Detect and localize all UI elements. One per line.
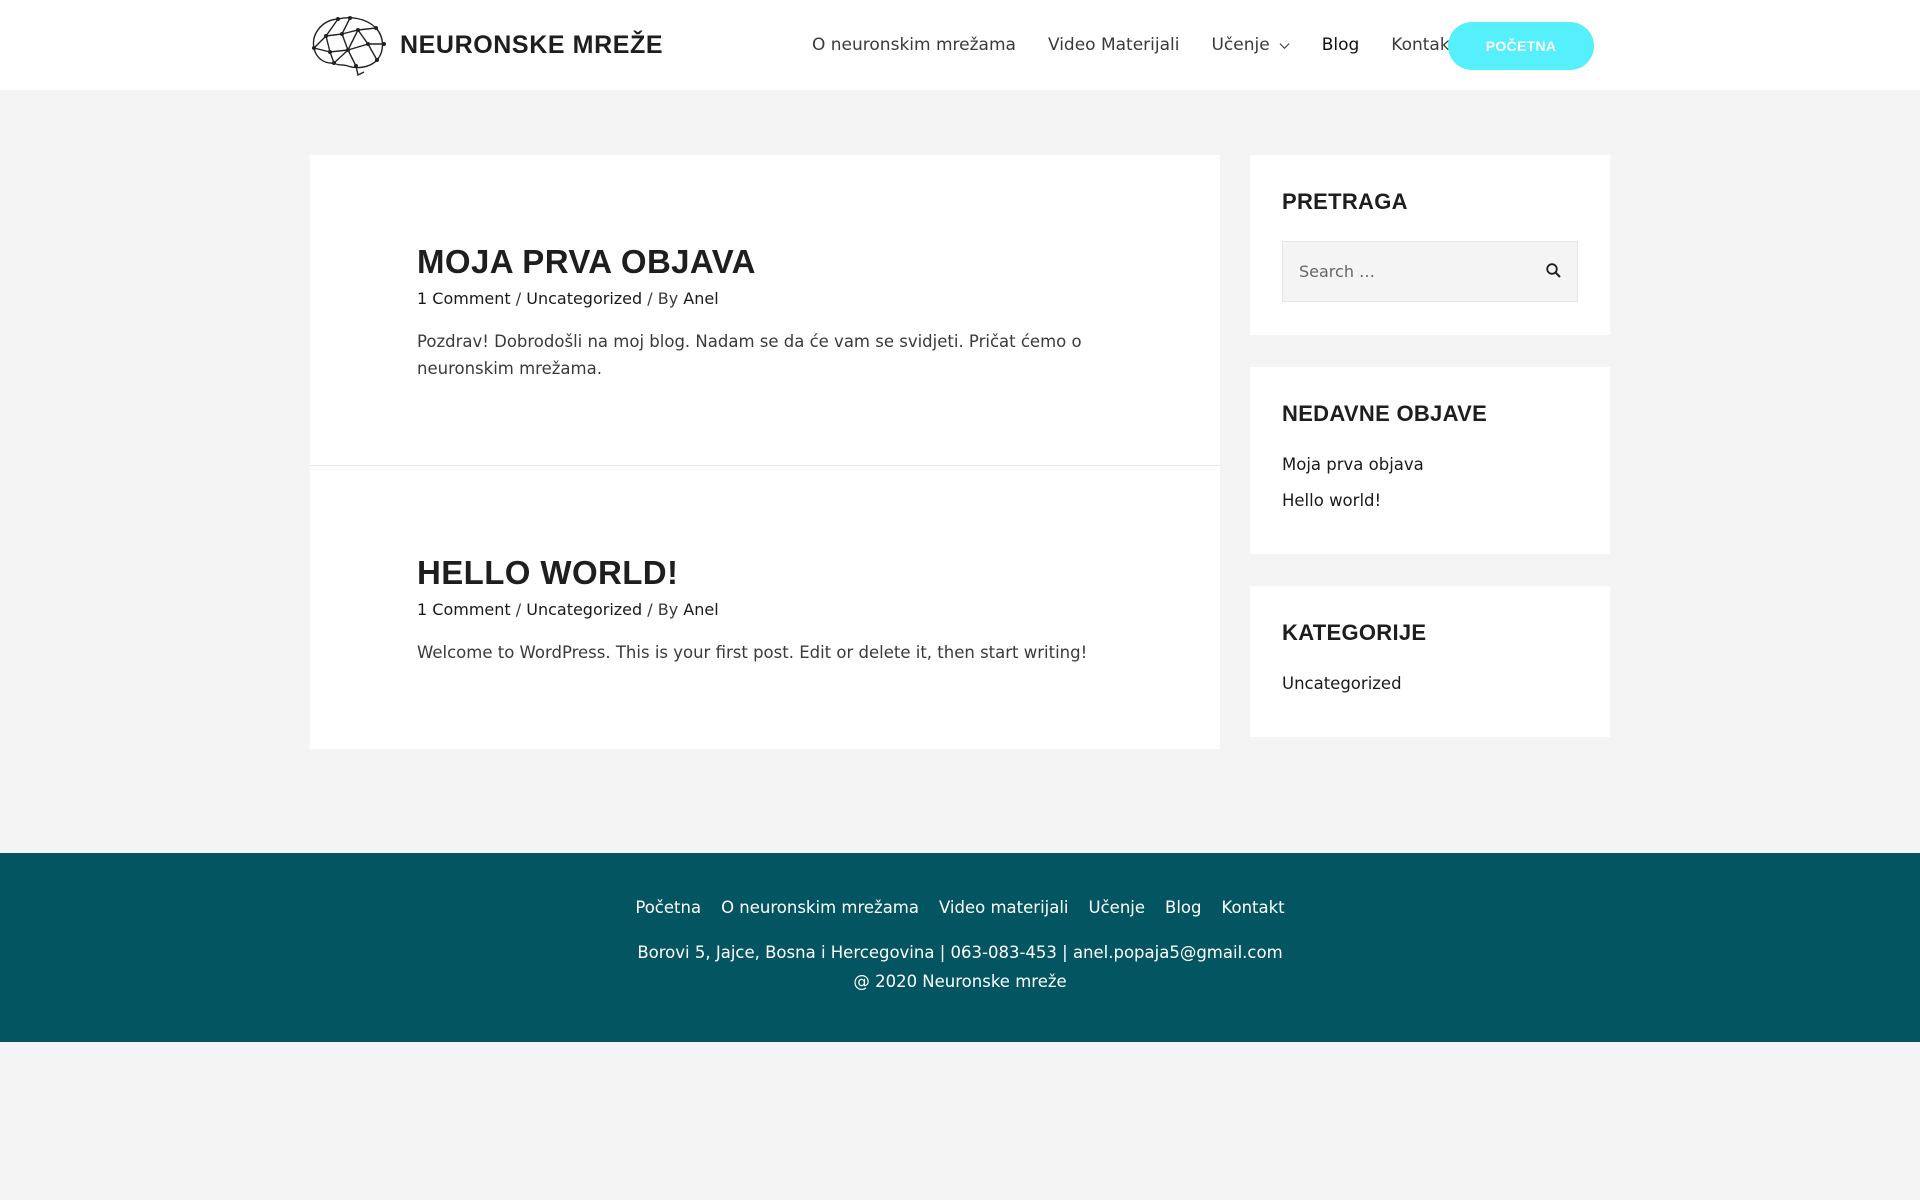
search-input[interactable] bbox=[1283, 242, 1533, 301]
nav-item-video-materijali[interactable]: Video Materijali bbox=[1048, 35, 1180, 55]
search-form bbox=[1282, 241, 1578, 302]
post-title[interactable]: MOJA PRVA OBJAVA bbox=[417, 243, 756, 281]
nav-item-ucenje-label: Učenje bbox=[1211, 35, 1270, 55]
footer-copyright: @ 2020 Neuronske mreže bbox=[853, 972, 1067, 991]
site-logo[interactable]: NEURONSKE MREŽE bbox=[308, 14, 663, 76]
widget-title: NEDAVNE OBJAVE bbox=[1282, 401, 1488, 426]
pocetna-button[interactable]: POČETNA bbox=[1448, 22, 1594, 70]
categories-list: Uncategorized bbox=[1282, 666, 1578, 702]
recent-post-link[interactable]: Moja prva objava bbox=[1282, 455, 1424, 474]
meta-separator: / bbox=[515, 289, 522, 308]
recent-post-link[interactable]: Hello world! bbox=[1282, 491, 1381, 510]
nav-item-o-neuronskim-mrezama[interactable]: O neuronskim mrežama bbox=[812, 35, 1016, 55]
post-comments-link[interactable]: 1 Comment bbox=[417, 289, 511, 308]
post-category-link[interactable]: Uncategorized bbox=[526, 600, 642, 619]
footer-info: Borovi 5, Jajce, Bosna i Hercegovina | 0… bbox=[0, 938, 1920, 996]
post-meta: 1 Comment / Uncategorized / By Anel bbox=[417, 598, 1113, 622]
brain-network-icon bbox=[312, 16, 386, 76]
footer-navigation: Početna O neuronskim mrežama Video mater… bbox=[0, 898, 1920, 917]
main-navigation: O neuronskim mrežama Video Materijali Uč… bbox=[812, 0, 1488, 90]
nav-item-blog[interactable]: Blog bbox=[1322, 35, 1360, 55]
footer-nav-ucenje[interactable]: Učenje bbox=[1089, 898, 1146, 917]
nav-item-ucenje[interactable]: Učenje bbox=[1211, 35, 1290, 55]
widget-title: PRETRAGA bbox=[1282, 189, 1408, 214]
list-item: Uncategorized bbox=[1282, 666, 1578, 702]
search-icon[interactable] bbox=[1545, 262, 1563, 280]
site-footer: Početna O neuronskim mrežama Video mater… bbox=[0, 853, 1920, 1042]
footer-address: Borovi 5, Jajce, Bosna i Hercegovina | 0… bbox=[637, 943, 1283, 962]
post-excerpt: Welcome to WordPress. This is your first… bbox=[417, 643, 1088, 662]
chevron-down-icon[interactable] bbox=[1279, 40, 1290, 51]
footer-nav-blog[interactable]: Blog bbox=[1165, 898, 1201, 917]
meta-separator: / bbox=[515, 600, 522, 619]
site-header: NEURONSKE MREŽE O neuronskim mrežama Vid… bbox=[0, 0, 1920, 90]
list-item: Moja prva objava bbox=[1282, 447, 1578, 483]
footer-nav-video-materijali[interactable]: Video materijali bbox=[939, 898, 1069, 917]
post-card: MOJA PRVA OBJAVA 1 Comment / Uncategoriz… bbox=[310, 155, 1220, 466]
nav-item-kontakt[interactable]: Kontakt bbox=[1391, 35, 1456, 55]
sidebar: PRETRAGA NEDAVNE OBJAVE Moja prva objava… bbox=[1250, 155, 1610, 769]
post-list: MOJA PRVA OBJAVA 1 Comment / Uncategoriz… bbox=[310, 155, 1220, 749]
post-comments-link[interactable]: 1 Comment bbox=[417, 600, 511, 619]
post-title[interactable]: HELLO WORLD! bbox=[417, 554, 678, 592]
categories-widget: KATEGORIJE Uncategorized bbox=[1250, 586, 1610, 737]
post-meta: 1 Comment / Uncategorized / By Anel bbox=[417, 287, 1113, 311]
post-author-link[interactable]: Anel bbox=[683, 600, 718, 619]
post-card: HELLO WORLD! 1 Comment / Uncategorized /… bbox=[310, 466, 1220, 749]
post-excerpt: Pozdrav! Dobrodošli na moj blog. Nadam s… bbox=[417, 332, 1082, 378]
post-by-label: / By bbox=[647, 600, 679, 619]
post-category-link[interactable]: Uncategorized bbox=[526, 289, 642, 308]
widget-title: KATEGORIJE bbox=[1282, 620, 1427, 645]
post-author-link[interactable]: Anel bbox=[683, 289, 718, 308]
post-by-label: / By bbox=[647, 289, 679, 308]
footer-nav-kontakt[interactable]: Kontakt bbox=[1222, 898, 1285, 917]
recent-posts-widget: NEDAVNE OBJAVE Moja prva objava Hello wo… bbox=[1250, 367, 1610, 554]
footer-nav-pocetna[interactable]: Početna bbox=[635, 898, 701, 917]
list-item: Hello world! bbox=[1282, 483, 1578, 519]
footer-nav-o-neuronskim-mrezama[interactable]: O neuronskim mrežama bbox=[721, 898, 919, 917]
recent-posts-list: Moja prva objava Hello world! bbox=[1282, 447, 1578, 519]
search-widget: PRETRAGA bbox=[1250, 155, 1610, 335]
category-link[interactable]: Uncategorized bbox=[1282, 674, 1402, 693]
site-title[interactable]: NEURONSKE MREŽE bbox=[400, 31, 663, 60]
